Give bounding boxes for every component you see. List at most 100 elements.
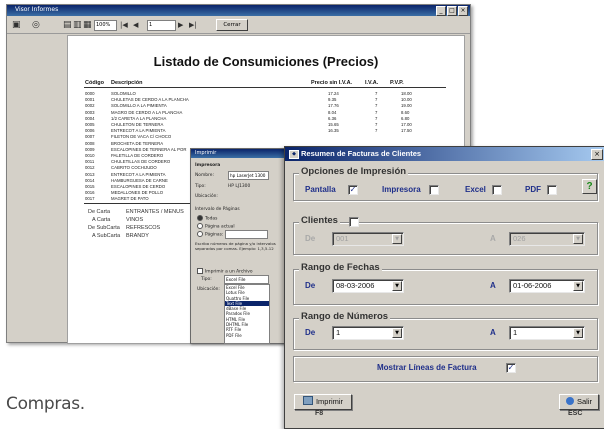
two-page-icon[interactable]: ▥ bbox=[73, 20, 82, 30]
summary-value: BRANDY bbox=[126, 233, 149, 239]
table-cell: 7 bbox=[375, 128, 378, 134]
table-row: 0002 SOLOMILLO A LA PIMIENTA 17.76 7 19.00 bbox=[68, 103, 464, 109]
chevron-down-icon[interactable]: ▼ bbox=[573, 281, 583, 291]
checkbox-icon bbox=[197, 268, 203, 274]
prev-page-icon[interactable]: ◀ bbox=[133, 20, 138, 30]
pages-help-text: Escriba números de página y/o intervalos… bbox=[195, 241, 276, 251]
col-header-iva: I.V.A. bbox=[365, 80, 379, 86]
close-icon[interactable]: × bbox=[591, 149, 603, 160]
file-type-list[interactable]: Excel File Lotus File Quattro File Text Fil… bbox=[224, 284, 270, 344]
table-cell: 7 bbox=[375, 122, 378, 127]
pages-input[interactable] bbox=[225, 230, 268, 239]
table-cell: 0001 bbox=[85, 97, 95, 103]
chevron-down-icon[interactable]: ▼ bbox=[392, 234, 402, 244]
zoom-select[interactable]: 100% bbox=[94, 20, 117, 31]
show-lines-checkbox[interactable]: ✓ bbox=[506, 363, 516, 373]
close-icon[interactable]: × bbox=[458, 6, 468, 16]
chevron-down-icon[interactable]: ▼ bbox=[392, 281, 402, 291]
exit-button[interactable]: Salir bbox=[559, 394, 599, 410]
next-page-icon[interactable]: ▶ bbox=[178, 20, 183, 30]
clients-checkbox[interactable] bbox=[349, 217, 359, 227]
print-to-file-option[interactable]: Imprimir a un Archivo bbox=[197, 268, 253, 275]
table-cell: CABRITO COCHIJUDO bbox=[111, 165, 157, 171]
table-cell: 1/2 CARETA A LA PLANCHA bbox=[111, 115, 167, 121]
radio-icon bbox=[197, 215, 203, 221]
pdf-label: PDF bbox=[525, 185, 541, 194]
table-cell: 18.00 bbox=[401, 91, 412, 96]
range-all-option[interactable]: Todas bbox=[197, 215, 217, 222]
clients-to-label: A bbox=[490, 234, 496, 243]
excel-label: Excel bbox=[465, 185, 486, 194]
print-button[interactable]: Imprimir bbox=[294, 394, 352, 410]
preview-toolbar: ▣ ◎ ▤ ▥ ▦ 100% |◀ ◀ 1 ▶ ▶| Cerrar bbox=[7, 17, 470, 34]
table-cell: 0010 bbox=[85, 153, 95, 158]
minimize-icon[interactable]: _ bbox=[436, 6, 446, 16]
table-cell: 8.04 bbox=[328, 109, 337, 115]
chevron-down-icon[interactable]: ▼ bbox=[573, 234, 583, 244]
chevron-down-icon[interactable]: ▼ bbox=[392, 328, 402, 338]
chevron-down-icon[interactable]: ▼ bbox=[573, 328, 583, 338]
zoom-icon[interactable]: ◎ bbox=[32, 20, 40, 30]
number-to-value: 1 bbox=[513, 328, 518, 337]
printer-section-label: Impresora bbox=[195, 163, 221, 168]
preview-titlebar: Visor Informes _ □ × bbox=[7, 5, 470, 16]
page-range-label: Intervalo de Páginas bbox=[195, 207, 240, 212]
page-number-input[interactable]: 1 bbox=[147, 20, 176, 31]
impresora-checkbox[interactable] bbox=[429, 185, 439, 195]
table-row: 0007 FILETON DE VACA C/ CHOCO bbox=[68, 134, 464, 140]
printer-icon[interactable]: ▣ bbox=[12, 20, 21, 30]
printer-name-select[interactable]: hp LaserJet 1300 bbox=[228, 171, 269, 180]
maximize-icon[interactable]: □ bbox=[447, 6, 457, 16]
date-to-select[interactable]: 01-06-2006 ▼ bbox=[509, 279, 585, 293]
range-current-option[interactable]: Página actual bbox=[197, 223, 235, 230]
radio-icon bbox=[197, 223, 203, 229]
clients-to-select[interactable]: 026 ▼ bbox=[509, 232, 585, 246]
date-from-select[interactable]: 08-03-2006 ▼ bbox=[332, 279, 404, 293]
table-cell: BROCHETA DE TERNERA bbox=[111, 140, 164, 146]
excel-checkbox[interactable] bbox=[492, 185, 502, 195]
printer-name-label: Nombre: bbox=[195, 173, 214, 178]
date-range-label: Rango de Fechas bbox=[299, 262, 382, 273]
one-page-icon[interactable]: ▤ bbox=[63, 20, 72, 30]
summary-value: VINOS bbox=[126, 217, 144, 223]
table-cell: 0005 bbox=[85, 122, 95, 127]
summary-label: A Carta bbox=[92, 217, 111, 223]
col-header-precio: Precio sin I.V.A. bbox=[311, 80, 353, 86]
date-from-value: 08-03-2006 bbox=[336, 281, 375, 290]
number-from-select[interactable]: 1 ▼ bbox=[332, 326, 404, 340]
printer-type-value: HP LJ1300 bbox=[228, 184, 251, 189]
last-page-icon[interactable]: ▶| bbox=[189, 20, 197, 30]
table-cell: 0017 bbox=[85, 196, 95, 202]
table-cell: SOLOMILLO bbox=[111, 91, 136, 96]
range-pages-option[interactable]: Páginas: bbox=[197, 231, 223, 238]
table-cell: 16.35 bbox=[328, 128, 339, 134]
preview-window-buttons: _ □ × bbox=[436, 6, 468, 16]
table-cell: ENTRECOT A LA PIMIENTA bbox=[111, 128, 166, 134]
pdf-checkbox[interactable] bbox=[547, 185, 557, 195]
multi-page-icon[interactable]: ▦ bbox=[83, 20, 92, 30]
list-item[interactable]: PDF File bbox=[225, 333, 269, 338]
table-row: 0003 MAGRO DE CERDO A LA PLANCHA 8.04 7 8.60 bbox=[68, 110, 464, 116]
table-cell: 0002 bbox=[85, 103, 95, 109]
dialog-titlebar: ◆ Resumen de Facturas de Clientes × bbox=[285, 147, 604, 161]
help-icon[interactable]: ? bbox=[582, 179, 597, 194]
date-to-label: A bbox=[490, 281, 496, 290]
preview-close-button[interactable]: Cerrar bbox=[216, 19, 248, 31]
table-cell: HAMBURGUESA DE CARNE bbox=[111, 177, 168, 183]
summary-label: De SubCarta bbox=[88, 225, 120, 231]
table-row: 0001 CHULETAS DE CERDO A LA PLANCHA 9.35 7 1… bbox=[68, 97, 464, 103]
exit-shortcut: ESC bbox=[568, 410, 583, 417]
clients-from-select[interactable]: 001 ▼ bbox=[332, 232, 404, 246]
dialog-title: Resumen de Facturas de Clientes bbox=[301, 149, 422, 158]
radio-icon bbox=[197, 231, 203, 237]
number-from-label: De bbox=[305, 328, 316, 337]
table-cell: MAGRO DE CERDO A LA PLANCHA bbox=[111, 109, 183, 115]
pantalla-checkbox[interactable]: ✓ bbox=[348, 185, 358, 195]
file-type-select[interactable]: Excel File bbox=[224, 275, 269, 284]
first-page-icon[interactable]: |◀ bbox=[120, 20, 128, 30]
number-to-select[interactable]: 1 ▼ bbox=[509, 326, 585, 340]
table-cell: PALETILLA DE CORDERO bbox=[111, 153, 164, 158]
table-cell: MAGRET DE PATO bbox=[111, 196, 149, 202]
impresora-label: Impresora bbox=[382, 185, 421, 194]
table-cell: 0000 bbox=[85, 91, 95, 96]
